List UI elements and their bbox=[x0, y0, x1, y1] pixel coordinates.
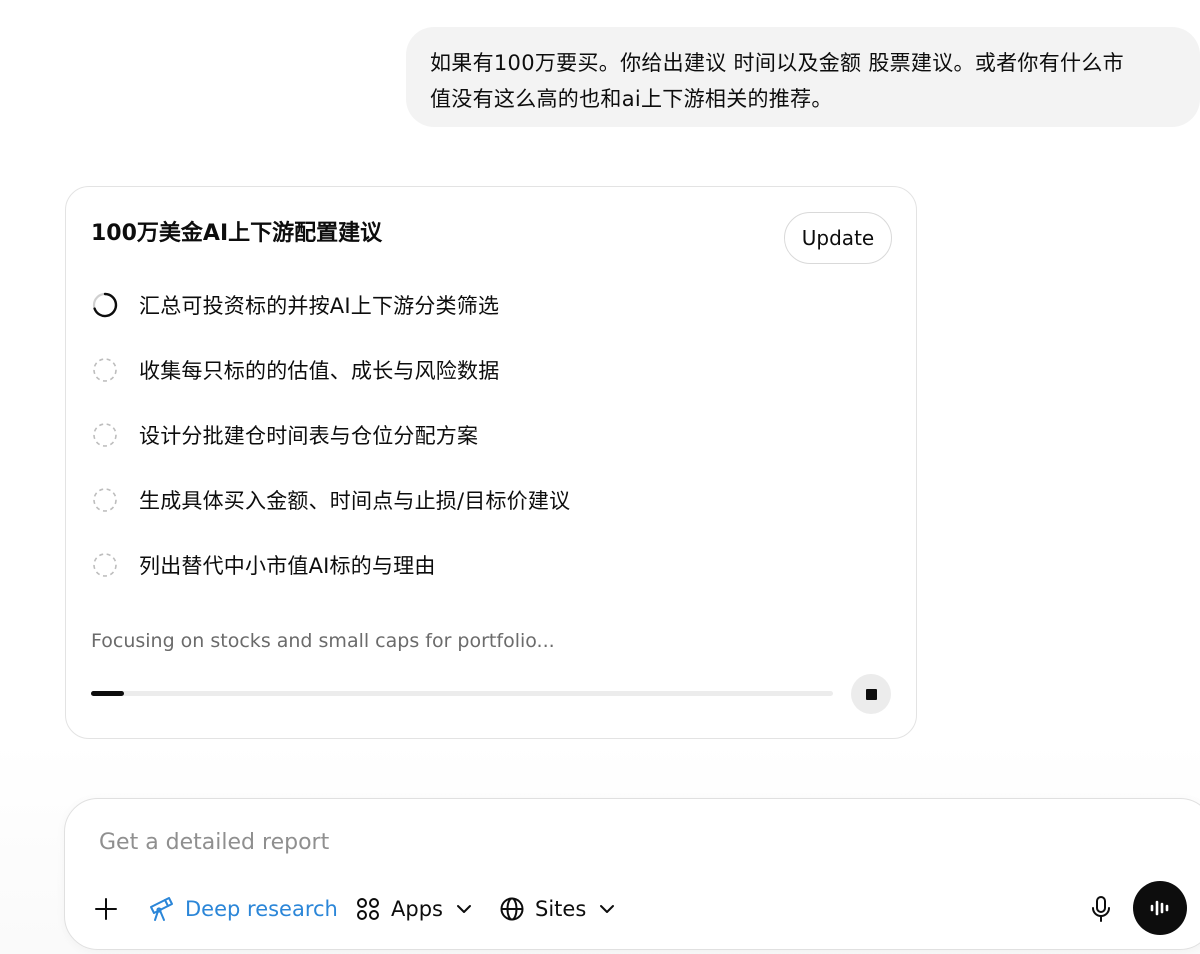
chevron-down-icon bbox=[600, 905, 615, 913]
stop-button[interactable] bbox=[851, 674, 891, 714]
research-progress-bar bbox=[91, 691, 833, 696]
globe-icon bbox=[500, 897, 524, 921]
plan-step: 收集每只标的的估值、成长与风险数据 bbox=[91, 350, 499, 390]
plan-step-label: 列出替代中小市值AI标的与理由 bbox=[139, 554, 436, 578]
plan-step-label: 汇总可投资标的并按AI上下游分类筛选 bbox=[139, 294, 500, 318]
plus-icon bbox=[95, 898, 117, 920]
plan-step-label: 收集每只标的的估值、成长与风险数据 bbox=[139, 359, 500, 383]
user-message-line-1: 如果有100万要买。你给出建议 时间以及金额 股票建议。或者你有什么市 bbox=[430, 51, 1124, 75]
apps-dropdown[interactable]: Apps bbox=[355, 889, 473, 929]
pending-circle-icon bbox=[91, 486, 119, 514]
research-progress-fill bbox=[91, 691, 125, 696]
user-message-bubble: 如果有100万要买。你给出建议 时间以及金额 股票建议。或者你有什么市 值没有这… bbox=[406, 27, 1200, 127]
research-plan-card: 100万美金AI上下游配置建议 Update 汇总可投资标的并按AI上下游分类筛… bbox=[65, 186, 917, 739]
card-title: 100万美金AI上下游配置建议 bbox=[91, 221, 383, 246]
pending-circle-icon bbox=[91, 356, 119, 384]
plan-step: 生成具体买入金额、时间点与止损/目标价建议 bbox=[91, 480, 570, 520]
research-status-text: Focusing on stocks and small caps for po… bbox=[91, 630, 555, 652]
sites-label: Sites bbox=[535, 897, 587, 921]
apps-label: Apps bbox=[391, 897, 443, 921]
prompt-input[interactable] bbox=[97, 823, 1001, 861]
spinner-icon bbox=[91, 291, 119, 319]
deep-research-toggle[interactable]: Deep research bbox=[147, 889, 338, 929]
telescope-icon bbox=[150, 897, 173, 921]
apps-grid-icon bbox=[357, 898, 379, 920]
plan-step-label: 设计分批建仓时间表与仓位分配方案 bbox=[139, 424, 479, 448]
waveform-icon bbox=[1150, 900, 1169, 916]
dictate-button[interactable] bbox=[1083, 891, 1119, 927]
plan-step: 设计分批建仓时间表与仓位分配方案 bbox=[91, 415, 478, 455]
user-message-line-2: 值没有这么高的也和ai上下游相关的推荐。 bbox=[430, 87, 833, 111]
voice-mode-button[interactable] bbox=[1133, 881, 1187, 935]
stop-icon bbox=[865, 688, 877, 700]
deep-research-label: Deep research bbox=[185, 897, 338, 921]
plan-step-label: 生成具体买入金额、时间点与止损/目标价建议 bbox=[139, 489, 571, 513]
sites-dropdown[interactable]: Sites bbox=[499, 889, 616, 929]
chevron-down-icon bbox=[456, 905, 471, 913]
pending-circle-icon bbox=[91, 421, 119, 449]
plan-step: 列出替代中小市值AI标的与理由 bbox=[91, 545, 436, 585]
microphone-icon bbox=[1092, 896, 1110, 922]
composer: Deep research Apps Sites bbox=[64, 798, 1200, 950]
update-button[interactable]: Update bbox=[784, 212, 892, 264]
add-button[interactable] bbox=[93, 889, 119, 929]
plan-step: 汇总可投资标的并按AI上下游分类筛选 bbox=[91, 285, 499, 325]
pending-circle-icon bbox=[91, 551, 119, 579]
